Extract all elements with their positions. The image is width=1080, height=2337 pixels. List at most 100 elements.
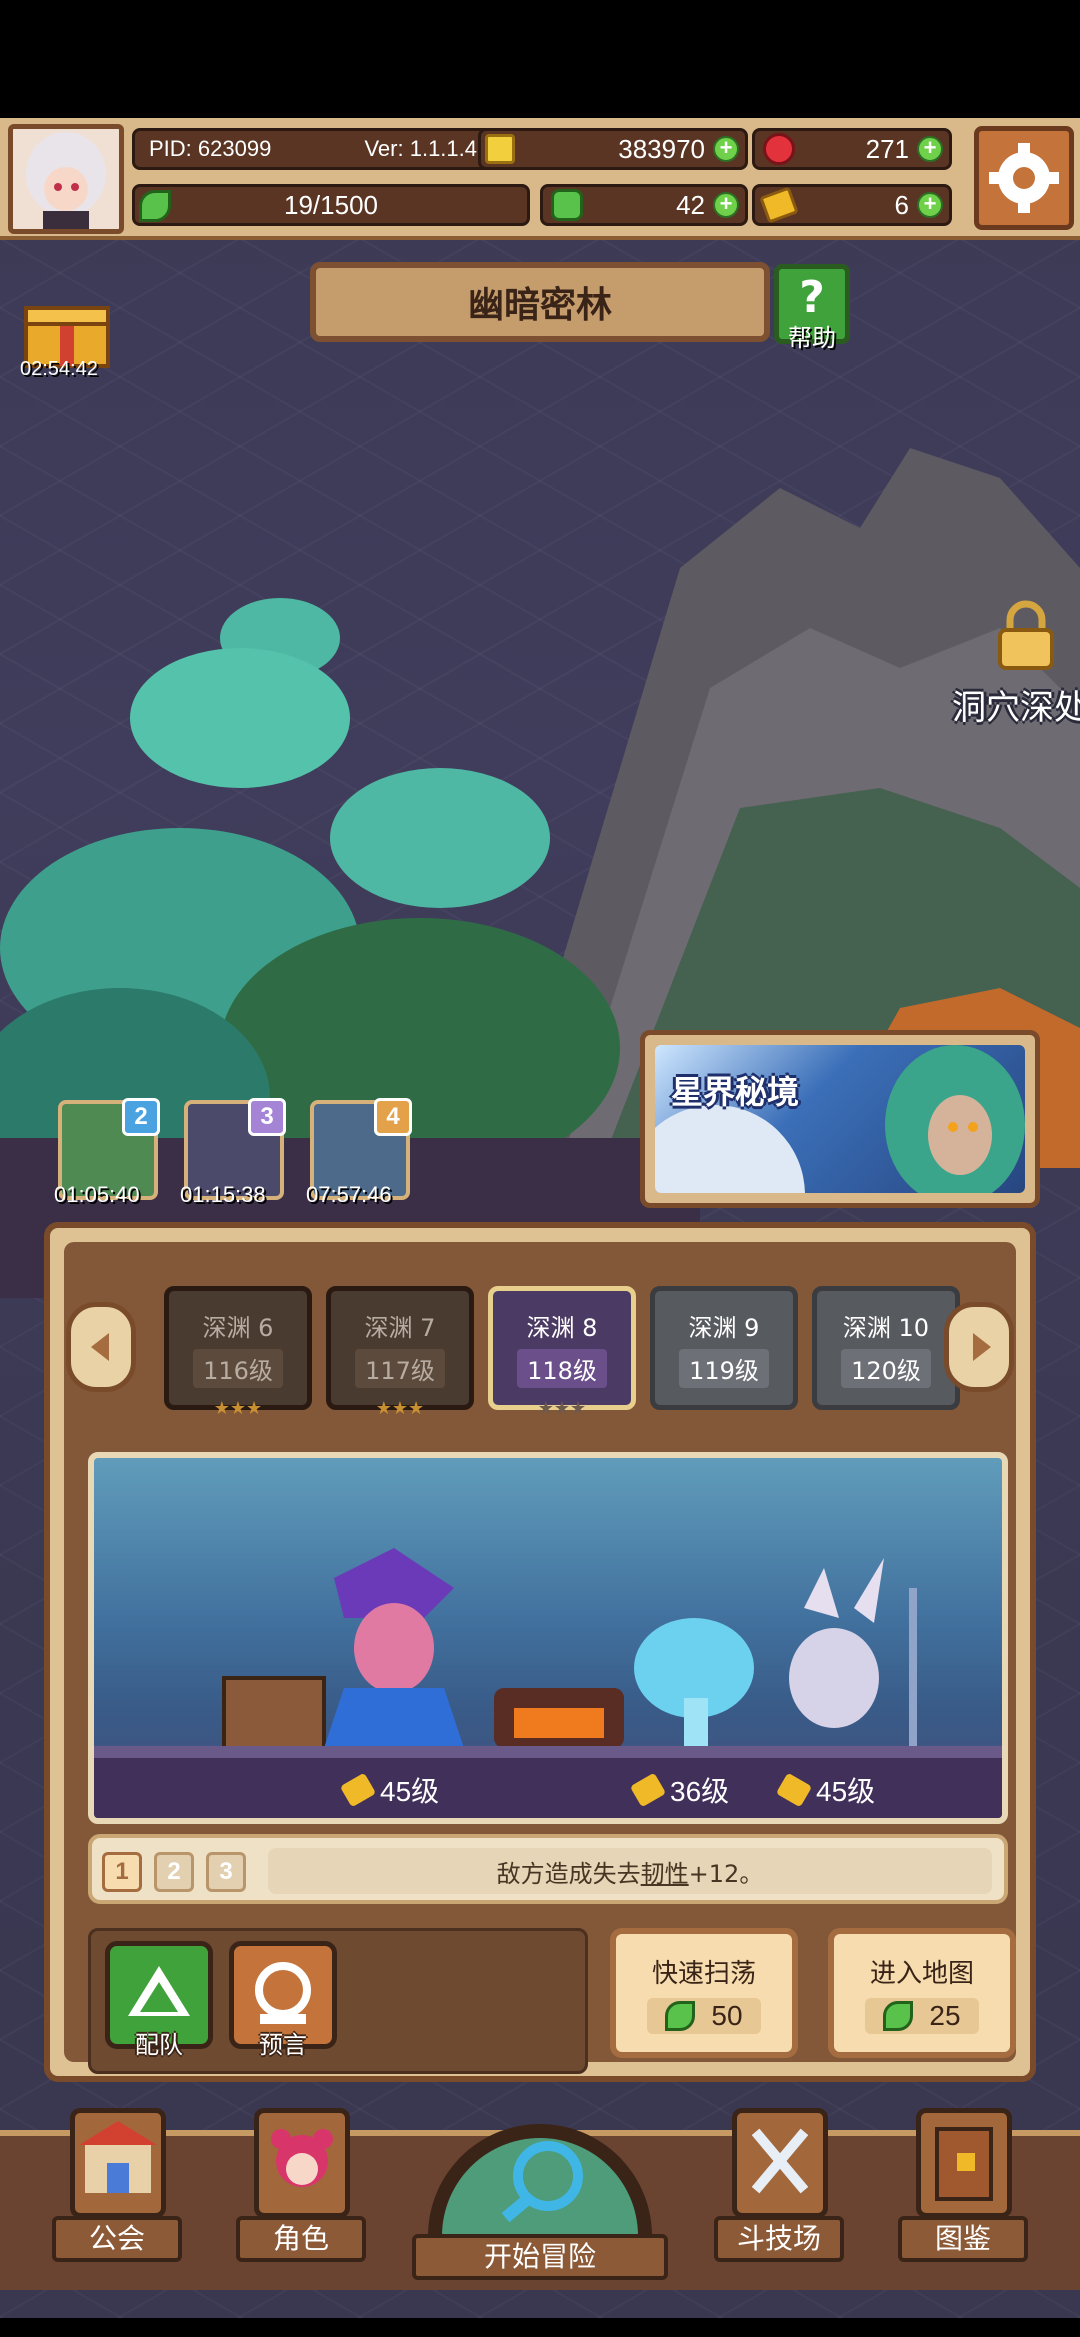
gem-bar: 271 + <box>752 128 952 170</box>
mini-stage-number: 2 <box>122 1098 160 1136</box>
stamina-leaf-icon <box>665 2000 696 2031</box>
settings-button[interactable] <box>974 126 1074 230</box>
stage-level: 116级 <box>193 1349 283 1388</box>
enemy-level-text: 36级 <box>670 1776 730 1807</box>
forecast-button[interactable]: 预言 <box>229 1941 337 2059</box>
clover-bar: 42 + <box>540 184 748 226</box>
action-tray: 配队 预言 快速扫荡 50 进入地图 25 <box>88 1928 1016 2074</box>
enemy-level-text: 45级 <box>380 1776 440 1807</box>
add-key-button[interactable]: + <box>917 192 943 218</box>
stage-panel: 深渊 6 116级 ★★★ 深渊 7 117级 ★★★ 深渊 8 118级 ★★… <box>44 1222 1036 2082</box>
locked-area-marker[interactable]: 洞穴深处 <box>952 600 1080 730</box>
add-gem-button[interactable]: + <box>917 136 943 162</box>
stamina-text: 19/1500 <box>284 189 378 220</box>
stage-name: 深渊 7 <box>364 1314 436 1342</box>
tip-text-before: 敌方造成失去 <box>496 1859 641 1888</box>
enemy-level-text: 45级 <box>816 1776 876 1807</box>
mini-stage-timer: 07:57:46 <box>306 1182 392 1207</box>
version-text: Ver: 1.1.1.4 <box>364 136 477 161</box>
stage-name: 深渊 8 <box>526 1314 598 1342</box>
book-icon <box>916 2108 1012 2218</box>
enter-map-button[interactable]: 进入地图 25 <box>828 1928 1016 2058</box>
enter-map-cost-value: 25 <box>929 1999 961 2031</box>
gold-bar: 383970 + <box>478 128 748 170</box>
star-realm-banner[interactable]: 星界秘境 <box>640 1030 1040 1208</box>
nav-codex[interactable]: 图鉴 <box>898 2108 1028 2268</box>
character-icon <box>254 2108 350 2218</box>
enter-map-title: 进入地图 <box>869 1958 974 1989</box>
utility-tray: 配队 预言 <box>88 1928 588 2074</box>
tip-page-3[interactable]: 3 <box>206 1852 246 1892</box>
nav-arena-label: 斗技场 <box>714 2216 844 2262</box>
tip-keyword[interactable]: 韧性 <box>641 1854 689 1889</box>
adventure-map-icon <box>428 2124 652 2236</box>
nav-start-adventure[interactable]: 开始冒险 <box>408 2066 672 2286</box>
enemy-level-2: 36级 <box>629 1770 730 1810</box>
stage-tab-9[interactable]: 深渊 9 119级 <box>650 1286 798 1410</box>
gift-timer: 02:54:42 <box>20 358 98 380</box>
stage-level: 117级 <box>355 1349 445 1388</box>
nav-character-label: 角色 <box>236 2216 366 2262</box>
next-stage-button[interactable] <box>944 1302 1014 1392</box>
clover-amount: 42 <box>676 189 705 220</box>
chevron-left-icon <box>91 1333 109 1361</box>
help-label: 帮助 <box>788 324 836 352</box>
stamina-bar: 19/1500 <box>132 184 530 226</box>
enter-map-cost: 25 <box>865 1997 979 2034</box>
mini-stage-number: 3 <box>248 1098 286 1136</box>
enemy-level-3: 45级 <box>775 1770 876 1810</box>
tip-text-after: +12。 <box>688 1859 764 1888</box>
tip-page-1[interactable]: 1 <box>102 1852 142 1892</box>
stage-stars: ★★★ <box>375 1398 425 1419</box>
sword-icon <box>775 1772 813 1808</box>
enemy-preview-art <box>94 1458 1002 1758</box>
gem-amount: 271 <box>865 133 909 164</box>
nav-codex-label: 图鉴 <box>898 2216 1028 2262</box>
key-amount: 6 <box>894 189 909 220</box>
avatar-portrait-icon <box>13 129 119 229</box>
key-icon <box>339 1772 377 1808</box>
help-button[interactable]: ? 帮助 <box>774 264 850 352</box>
stage-stars: ★★★ <box>537 1398 587 1419</box>
stage-name: 深渊 10 <box>842 1314 930 1342</box>
quick-sweep-title: 快速扫荡 <box>651 1958 756 1989</box>
nav-guild[interactable]: 公会 <box>52 2108 182 2268</box>
quick-sweep-cost-value: 50 <box>711 1999 743 2031</box>
nav-character[interactable]: 角色 <box>236 2108 366 2268</box>
clover-icon <box>551 189 583 221</box>
forecast-label: 预言 <box>259 2031 307 2059</box>
quick-sweep-cost: 50 <box>647 1997 761 2034</box>
tip-row: 1 2 3 敌方造成失去 韧性 +12。 <box>88 1834 1008 1904</box>
stage-tab-6[interactable]: 深渊 6 116级 ★★★ <box>164 1286 312 1419</box>
nav-arena[interactable]: 斗技场 <box>714 2108 844 2268</box>
stage-level: 119级 <box>679 1349 769 1388</box>
stage-tab-8[interactable]: 深渊 8 118级 ★★★ <box>488 1286 636 1419</box>
add-gold-button[interactable]: + <box>713 136 739 162</box>
gear-icon <box>989 143 1059 213</box>
chevron-right-icon <box>973 1333 991 1361</box>
star-realm-title: 星界秘境 <box>671 1073 800 1111</box>
enemy-level-1: 45级 <box>339 1770 440 1810</box>
add-clover-button[interactable]: + <box>713 192 739 218</box>
stage-tab-10[interactable]: 深渊 10 120级 <box>812 1286 960 1410</box>
stage-level: 118级 <box>517 1349 607 1388</box>
mini-stage-number: 4 <box>374 1098 412 1136</box>
key-icon <box>629 1772 667 1808</box>
mini-stage-timer: 01:15:38 <box>180 1182 266 1207</box>
mini-stage-timer: 01:05:40 <box>54 1182 140 1207</box>
guild-icon <box>70 2108 166 2218</box>
gold-coin-icon <box>485 134 515 164</box>
pid-bar: PID: 623099 Ver: 1.1.1.4 <box>132 128 492 170</box>
pid-text: PID: 623099 <box>149 136 272 161</box>
prev-stage-button[interactable] <box>66 1302 136 1392</box>
quick-sweep-button[interactable]: 快速扫荡 50 <box>610 1928 798 2058</box>
stage-name: 深渊 9 <box>688 1314 760 1342</box>
stage-name: 深渊 6 <box>202 1314 274 1342</box>
region-title-text: 幽暗密林 <box>467 285 612 326</box>
stage-tab-7[interactable]: 深渊 7 117级 ★★★ <box>326 1286 474 1419</box>
tip-page-2[interactable]: 2 <box>154 1852 194 1892</box>
nav-adventure-label: 开始冒险 <box>412 2234 668 2280</box>
team-button[interactable]: 配队 <box>105 1941 213 2059</box>
player-avatar[interactable] <box>8 124 124 234</box>
region-title-banner: 幽暗密林 <box>310 262 770 342</box>
